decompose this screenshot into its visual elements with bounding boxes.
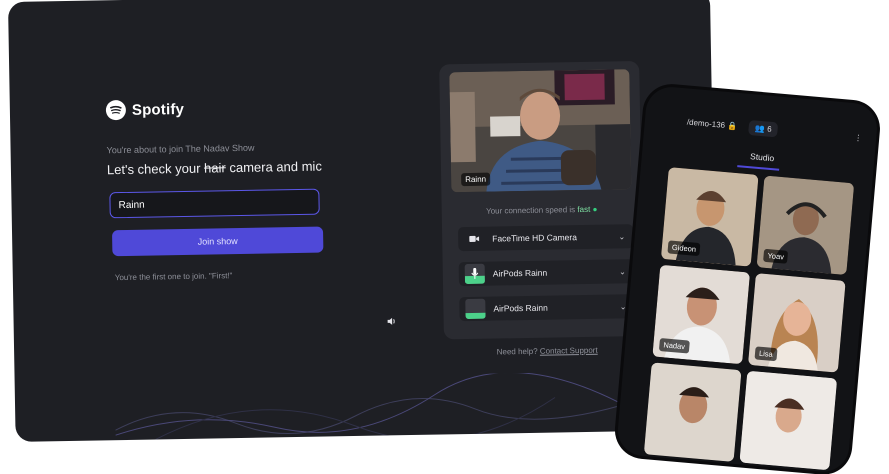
headline-suffix: camera and mic <box>229 158 322 176</box>
participant-video <box>643 362 742 462</box>
status-dot-icon: ● <box>592 204 598 214</box>
room-label: /demo-136 <box>686 117 726 130</box>
speed-label: Your connection speed is <box>485 205 576 216</box>
chevron-down-icon: ⌄ <box>618 231 626 241</box>
participant-tile[interactable]: Gideon <box>660 167 759 267</box>
participant-name: Yoav <box>763 248 789 264</box>
participant-name: Nadav <box>658 338 690 354</box>
camera-select[interactable]: FaceTime HD Camera ⌄ <box>457 224 634 252</box>
microphone-select-label: AirPods Rainn <box>492 267 548 279</box>
phone-header: /demo-136 🔒 👥 6 <box>686 115 779 138</box>
page-title: Let's check your hair camera and mic <box>107 159 322 178</box>
video-camera-icon <box>464 229 484 249</box>
spotify-logo: Spotify <box>105 99 185 121</box>
participant-grid: Gideon Yoav Nadav Lisa <box>643 167 858 474</box>
volume-icon[interactable] <box>386 313 396 331</box>
help-prefix: Need help? <box>496 346 538 357</box>
connection-speed: Your connection speed is fast ● <box>442 204 642 216</box>
headline-prefix: Let's check your <box>106 160 201 178</box>
chevron-down-icon: ⌄ <box>619 301 627 311</box>
microphone-select[interactable]: AirPods Rainn ⌄ <box>458 259 635 287</box>
video-name-tag: Rainn <box>461 172 491 187</box>
speaker-level-meter <box>465 312 486 320</box>
microphone-icon <box>464 263 485 285</box>
spotify-logo-icon <box>105 99 127 121</box>
brand-name: Spotify <box>131 100 185 119</box>
participants-badge[interactable]: 👥 6 <box>748 120 779 138</box>
show-intro: You're about to join The Nadav Show <box>106 142 255 156</box>
name-input[interactable] <box>109 188 320 219</box>
camera-select-label: FaceTime HD Camera <box>492 232 577 244</box>
participants-count: 6 <box>766 124 773 134</box>
participant-name: Lisa <box>754 346 778 362</box>
chevron-down-icon: ⌄ <box>619 266 626 276</box>
participant-tile[interactable]: Nadav <box>652 264 751 365</box>
desktop-join-window: Spotify You're about to join The Nadav S… <box>8 0 718 442</box>
people-icon: 👥 <box>754 123 766 134</box>
speaker-select-label: AirPods Rainn <box>493 302 548 314</box>
first-joiner-note: You're the first one to join. "First!" <box>114 271 233 283</box>
speaker-select[interactable]: AirPods Rainn ⌄ <box>459 294 635 322</box>
speed-value: fast <box>577 204 591 215</box>
participant-tile[interactable] <box>739 370 838 471</box>
audio-wave-decoration <box>115 372 636 441</box>
more-menu-icon[interactable]: ⋮ <box>854 133 863 143</box>
camera-preview: Rainn <box>449 69 632 193</box>
lock-icon: 🔒 <box>726 121 738 131</box>
speaker-output-icon <box>465 298 486 320</box>
participant-video <box>739 370 838 471</box>
tab-indicator <box>737 165 780 171</box>
help-line: Need help? Contact Support <box>442 345 652 358</box>
device-check-panel: Rainn Your connection speed is fast ● Fa… <box>439 60 644 340</box>
tab-studio[interactable]: Studio <box>750 151 775 163</box>
participant-tile[interactable] <box>643 362 742 462</box>
room-id: /demo-136 🔒 <box>687 118 738 131</box>
participant-name: Gideon <box>667 240 701 257</box>
headline-strike: hair <box>203 160 226 176</box>
join-show-button[interactable]: Join show <box>111 226 324 257</box>
participant-tile[interactable]: Yoav <box>756 175 855 275</box>
participant-tile[interactable]: Lisa <box>747 273 846 373</box>
mobile-studio-view: /demo-136 🔒 👥 6 ⋮ Studio Gideon Yoav Nad… <box>615 85 880 474</box>
contact-support-link[interactable]: Contact Support <box>540 346 598 356</box>
